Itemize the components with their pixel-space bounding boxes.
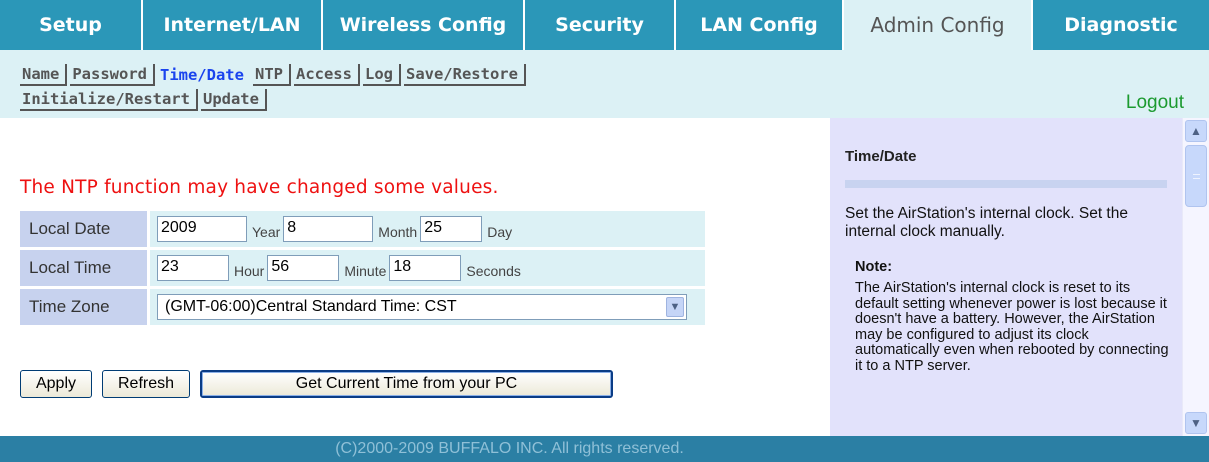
help-scrollbar[interactable]: ▲ ▼: [1182, 118, 1209, 436]
month-unit: Month: [378, 224, 418, 240]
local-time-row: Local Time 23 Hour 56 Minute 18 Seconds: [20, 250, 705, 286]
scroll-up-icon[interactable]: ▲: [1185, 120, 1207, 142]
ntp-warning-message: The NTP function may have changed some v…: [20, 177, 499, 198]
chevron-down-icon[interactable]: ▼: [666, 297, 684, 317]
sub-link-save-restore[interactable]: Save/Restore: [403, 64, 526, 86]
sub-link-log[interactable]: Log: [362, 64, 401, 86]
scroll-down-icon[interactable]: ▼: [1185, 412, 1207, 434]
get-pc-time-button[interactable]: Get Current Time from your PC: [200, 370, 613, 398]
tab-wireless-config[interactable]: Wireless Config: [323, 0, 525, 50]
help-title: Time/Date: [845, 148, 917, 165]
tab-admin-config[interactable]: Admin Config: [844, 0, 1033, 50]
time-zone-field: (GMT-06:00)Central Standard Time: CST ▼: [150, 289, 705, 325]
help-divider: [845, 180, 1167, 188]
help-panel: Time/Date Set the AirStation's internal …: [830, 118, 1182, 436]
tab-lan-config[interactable]: LAN Config: [676, 0, 844, 50]
sub-link-update[interactable]: Update: [200, 89, 267, 111]
year-input[interactable]: 2009: [157, 216, 247, 242]
help-description: Set the AirStation's internal clock. Set…: [845, 205, 1128, 240]
footer: (C)2000-2009 BUFFALO INC. All rights res…: [0, 436, 1209, 462]
local-time-fields: 23 Hour 56 Minute 18 Seconds: [150, 250, 705, 286]
sub-link-password[interactable]: Password: [70, 64, 155, 86]
minute-input[interactable]: 56: [267, 255, 340, 281]
copyright-text: (C)2000-2009 BUFFALO INC. All rights res…: [335, 440, 684, 457]
sub-link-access[interactable]: Access: [293, 64, 360, 86]
logout-link[interactable]: Logout: [1126, 92, 1184, 114]
help-note-title: Note:: [855, 259, 893, 275]
hour-unit: Hour: [234, 263, 265, 279]
tab-security[interactable]: Security: [525, 0, 676, 50]
sub-nav-row: Name Password Time/Date NTP Access Log S…: [20, 64, 529, 86]
scroll-thumb[interactable]: [1185, 145, 1207, 207]
sub-link-initialize-restart[interactable]: Initialize/Restart: [20, 89, 198, 111]
month-input[interactable]: 8: [283, 216, 374, 242]
sub-navigation: Name Password Time/Date NTP Access Log S…: [0, 50, 1209, 118]
year-unit: Year: [252, 224, 281, 240]
help-note-text: The AirStation's internal clock is reset…: [855, 280, 1169, 374]
local-date-row: Local Date 2009 Year 8 Month 25 Day: [20, 211, 705, 247]
main-tab-bar: Setup Internet/LAN Wireless Config Secur…: [0, 0, 1209, 50]
day-input[interactable]: 25: [420, 216, 483, 242]
hour-input[interactable]: 23: [157, 255, 229, 281]
local-date-fields: 2009 Year 8 Month 25 Day: [150, 211, 705, 247]
local-time-label: Local Time: [20, 250, 147, 286]
day-unit: Day: [487, 224, 513, 240]
time-zone-row: Time Zone (GMT-06:00)Central Standard Ti…: [20, 289, 705, 325]
sub-link-time-date[interactable]: Time/Date: [158, 65, 250, 85]
refresh-button[interactable]: Refresh: [102, 370, 190, 398]
seconds-input[interactable]: 18: [389, 255, 462, 281]
time-zone-label: Time Zone: [20, 289, 147, 325]
local-date-label: Local Date: [20, 211, 147, 247]
main-content: The NTP function may have changed some v…: [0, 118, 830, 436]
tab-internet-lan[interactable]: Internet/LAN: [143, 0, 323, 50]
time-zone-select[interactable]: (GMT-06:00)Central Standard Time: CST ▼: [157, 294, 687, 320]
seconds-unit: Seconds: [466, 263, 521, 279]
sub-link-ntp[interactable]: NTP: [252, 64, 291, 86]
sub-nav-row: Initialize/Restart Update: [20, 89, 270, 111]
apply-button[interactable]: Apply: [20, 370, 92, 398]
action-buttons: Apply Refresh Get Current Time from your…: [20, 370, 623, 398]
minute-unit: Minute: [344, 263, 387, 279]
time-date-form: Local Date 2009 Year 8 Month 25 Day Loca…: [20, 211, 705, 328]
time-zone-selected-value: (GMT-06:00)Central Standard Time: CST: [165, 298, 457, 315]
tab-diagnostic[interactable]: Diagnostic: [1033, 0, 1209, 50]
tab-setup[interactable]: Setup: [0, 0, 143, 50]
sub-link-name[interactable]: Name: [20, 64, 68, 86]
grip-icon: [1193, 174, 1200, 179]
